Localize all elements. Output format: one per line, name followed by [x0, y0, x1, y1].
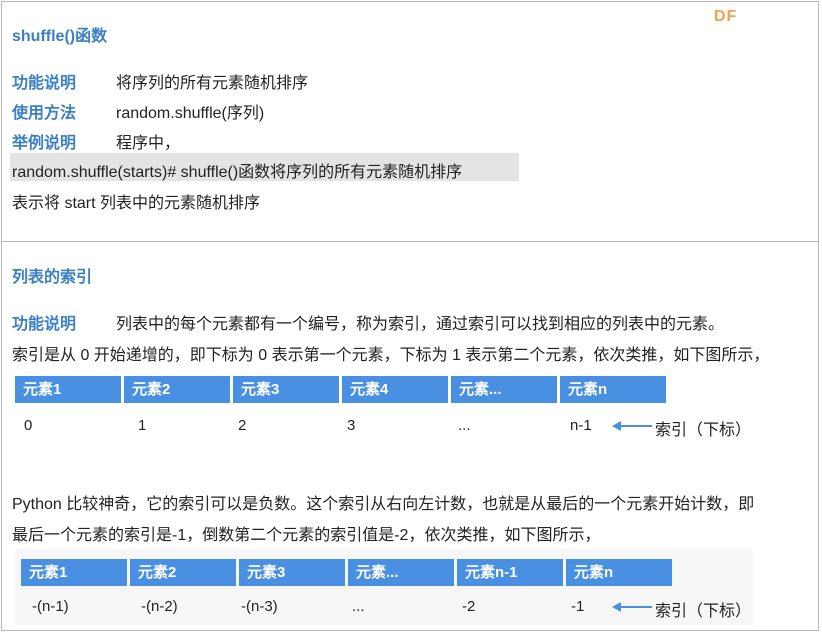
table-header-cell: 元素2	[130, 559, 236, 586]
row-func2: 功能说明 列表中的每个元素都有一个编号，称为索引，通过索引可以找到相应的列表中的元…	[12, 310, 724, 334]
row-text: 将序列的所有元素随机排序	[116, 75, 309, 92]
row-usage: 使用方法 random.shuffle(序列)	[12, 99, 264, 123]
row-func: 功能说明 将序列的所有元素随机排序	[12, 69, 308, 93]
table-value-cell: -(n-3)	[241, 598, 278, 615]
arrow-shaft	[620, 425, 652, 427]
para2-line2: 最后一个元素的索引是-1，倒数第二个元素的索引值是-2，依次类推，如下图所示，	[12, 527, 601, 544]
watermark-logo: DF	[714, 8, 738, 25]
arrow-shaft	[620, 606, 652, 608]
para1: 索引是从 0 开始递增的，即下标为 0 表示第一个元素，下标为 1 表示第二个元…	[12, 347, 770, 364]
row-example: 举例说明 程序中，	[12, 129, 180, 153]
row-text: random.shuffle(序列)	[116, 105, 265, 122]
row-label: 举例说明	[12, 135, 77, 152]
code-line: random.shuffle(starts)# shuffle()函数将序列的所…	[12, 164, 463, 181]
table-value-cell: ...	[352, 598, 365, 615]
table-header-cell: 元素3	[239, 559, 345, 586]
note-line: 表示将 start 列表中的元素随机排序	[12, 195, 261, 212]
section1-title: shuffle()函数	[12, 28, 108, 45]
table-value-cell: 0	[24, 417, 33, 434]
row-text: 程序中，	[116, 135, 181, 152]
table-header-cell: 元素1	[21, 559, 127, 586]
table-header-cell: 元素1	[15, 376, 121, 403]
table-value-cell: -(n-1)	[32, 598, 69, 615]
table-value-cell: -2	[462, 598, 476, 615]
row-label: 功能说明	[12, 316, 77, 333]
table-header-cell: 元素n	[560, 376, 666, 403]
table-value-cell: n-1	[570, 417, 592, 434]
section2-title: 列表的索引	[12, 269, 93, 286]
table-value-cell: -1	[571, 598, 585, 615]
table-header-cell: 元素3	[233, 376, 339, 403]
table-header-cell: 元素...	[451, 376, 557, 403]
row-text: 列表中的每个元素都有一个编号，称为索引，通过索引可以找到相应的列表中的元素。	[116, 316, 725, 333]
para2-line1: Python 比较神奇，它的索引可以是负数。这个索引从右向左计数，也就是从最后的…	[12, 496, 755, 513]
row-label: 功能说明	[12, 75, 77, 92]
table-header-cell: 元素n-1	[457, 559, 563, 586]
table-value-cell: 1	[138, 417, 147, 434]
table-header-cell: 元素4	[342, 376, 448, 403]
table-value-cell: 3	[347, 417, 356, 434]
table-value-cell: 2	[238, 417, 247, 434]
table-header-cell: 元素...	[348, 559, 454, 586]
section-divider	[1, 241, 819, 242]
row-label: 使用方法	[12, 105, 77, 122]
table-header-cell: 元素n	[566, 559, 672, 586]
index-label: 索引（下标）	[655, 422, 752, 439]
table-header-cell: 元素2	[124, 376, 230, 403]
index-label: 索引（下标）	[655, 603, 752, 620]
table-value-cell: ...	[458, 417, 471, 434]
table-value-cell: -(n-2)	[141, 598, 178, 615]
